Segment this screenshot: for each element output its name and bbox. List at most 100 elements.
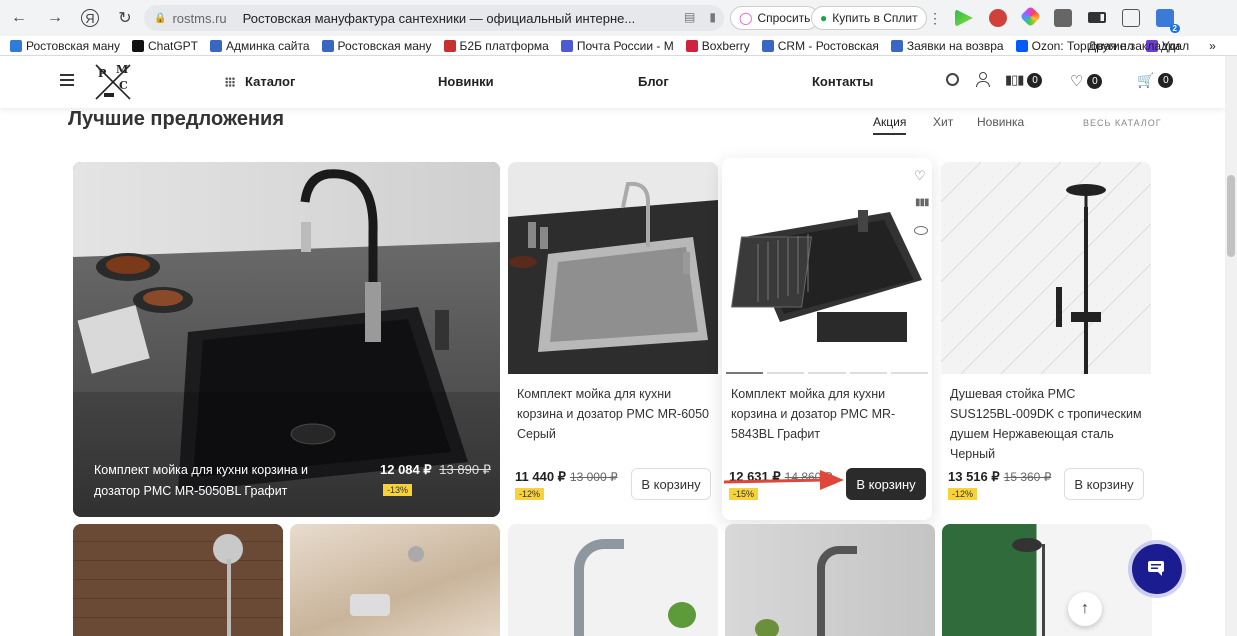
add-to-cart-button[interactable]: В корзину — [631, 468, 711, 500]
cloud-icon — [10, 39, 22, 52]
bookmark-item[interactable]: ChatGPT — [132, 39, 198, 53]
address-bar[interactable]: 🔒 rostms.ru Ростовская мануфактура санте… — [144, 5, 724, 31]
bookmark-item[interactable]: Почта России - М — [560, 39, 674, 53]
compare-chart-icon[interactable]: ▮▮▮ — [915, 197, 929, 208]
all-catalog-link[interactable]: ВЕСЬ КАТАЛОГ — [1083, 118, 1162, 128]
nav-new[interactable]: Новинки — [438, 74, 494, 89]
translate-icon[interactable]: ▤ — [684, 10, 695, 24]
product-card[interactable]: Душевая стойка PMC SUS125BL-009DK с троп… — [941, 162, 1151, 517]
bookmarks-overflow-button[interactable]: » — [1209, 39, 1216, 53]
yandex-icon[interactable]: Я — [81, 9, 99, 27]
profile-extension-icon[interactable]: 2 — [1156, 9, 1180, 33]
favorite-heart-icon[interactable]: ♡ — [914, 168, 926, 184]
product-image — [941, 162, 1151, 374]
product-card-partial[interactable] — [942, 524, 1152, 636]
annotation-arrow — [723, 470, 844, 490]
product-card-partial[interactable] — [508, 524, 718, 636]
nav-contacts[interactable]: Контакты — [812, 74, 873, 89]
more-menu-icon[interactable]: ⋮ — [928, 10, 942, 27]
product-card-partial[interactable] — [290, 524, 500, 636]
bookmark-item[interactable]: CRM - Ростовская — [761, 38, 879, 53]
add-to-cart-button[interactable]: В корзину — [846, 468, 926, 500]
add-to-cart-button[interactable]: В корзину — [1064, 468, 1144, 500]
faucet-shape — [574, 539, 624, 636]
reload-icon[interactable]: ↻ — [110, 3, 140, 33]
bookmark-item[interactable]: Ростовская ману — [10, 39, 120, 53]
browser-toolbar: ← → Я ↻ 🔒 rostms.ru Ростовская мануфакту… — [0, 0, 1237, 36]
current-price: 13 516 ₽ — [948, 469, 1000, 484]
cart-link[interactable]: 🛒 0 — [1137, 72, 1174, 89]
product-image — [942, 524, 1152, 636]
product-name[interactable]: Комплект мойка для кухни корзина и дозат… — [731, 384, 923, 444]
site-logo[interactable]: P M C — [92, 61, 134, 103]
image-pagination[interactable] — [726, 372, 929, 374]
heart-icon: ♡ — [1070, 73, 1084, 90]
star-grid-icon — [210, 39, 223, 52]
tab-sale[interactable]: Акция — [873, 115, 907, 135]
chat-widget-button[interactable] — [1132, 544, 1182, 594]
bookmark-label: ChatGPT — [148, 38, 199, 53]
cart-icon: 🛒 — [1137, 72, 1155, 88]
scroll-to-top-button[interactable]: ↑ — [1068, 592, 1102, 626]
logo-graphic: P M C — [95, 63, 131, 100]
other-bookmarks-label: Другие закладки — [1088, 38, 1180, 53]
plant-shape — [755, 619, 779, 636]
product-name[interactable]: Душевая стойка PMC SUS125BL-009DK с троп… — [950, 384, 1142, 464]
chatgpt-icon — [132, 39, 144, 52]
old-price: 13 000 ₽ — [569, 470, 618, 484]
bookmark-label: Б2Б платформа — [459, 38, 549, 53]
product-card-partial[interactable] — [73, 524, 283, 636]
product-price: 11 440 ₽13 000 ₽ — [515, 469, 618, 485]
plant-shape — [668, 602, 696, 628]
bookmark-item[interactable]: Boxberry — [685, 39, 750, 53]
avatar-extension-icon[interactable] — [989, 9, 1007, 27]
other-bookmarks-folder[interactable]: Другие закладки — [1088, 39, 1180, 53]
bookmark-label: CRM - Ростовская — [777, 38, 879, 53]
boxberry-icon — [685, 39, 698, 52]
split-button[interactable]: ● Купить в Сплит — [811, 6, 927, 30]
bookmarks-bar: Ростовская ману ChatGPT Админка сайта Росто… — [0, 36, 1237, 56]
shield-extension-icon[interactable] — [1054, 9, 1072, 27]
product-card[interactable]: Комплект мойка для кухни корзина и дозат… — [508, 162, 718, 517]
nav-blog[interactable]: Блог — [638, 74, 669, 89]
bookmark-label: Ростовская ману — [26, 38, 120, 53]
forward-icon[interactable]: → — [40, 3, 70, 33]
bookmark-item[interactable]: Админка сайта — [210, 39, 310, 53]
play-extension-icon[interactable] — [955, 9, 973, 27]
user-icon[interactable] — [976, 72, 990, 88]
compare-link[interactable]: ▮▯▮ 0 — [1005, 72, 1043, 88]
address-host: rostms.ru — [172, 10, 227, 26]
logo-letter-p: P — [98, 67, 106, 80]
ask-button[interactable]: ◯ Спросить — [730, 6, 820, 30]
featured-discount-badge: -13% — [383, 484, 413, 496]
lock-icon: 🔒 — [154, 12, 167, 24]
hamburger-icon[interactable] — [60, 74, 74, 86]
page-title-in-addressbar: Ростовская мануфактура сантехники — офиц… — [242, 10, 636, 26]
bookmark-item[interactable]: Б2Б платформа — [443, 38, 549, 53]
product-image — [290, 524, 500, 636]
search-icon[interactable] — [946, 73, 959, 86]
bookmark-icon[interactable]: ▮ — [709, 10, 716, 24]
rainbow-extension-icon[interactable] — [1019, 5, 1042, 28]
back-icon[interactable]: ← — [4, 3, 34, 33]
puzzle-extension-icon[interactable] — [1122, 9, 1140, 27]
scrollbar-thumb[interactable] — [1227, 175, 1235, 257]
quick-view-eye-icon[interactable] — [914, 226, 928, 235]
bookmark-item[interactable]: Заявки на возвра — [890, 39, 1004, 53]
split-icon: ● — [820, 11, 828, 25]
discount-badge: -12% — [515, 488, 545, 500]
discount-badge: -12% — [948, 488, 978, 500]
featured-product-name[interactable]: Комплект мойка для кухни корзина и дозат… — [94, 460, 329, 502]
tab-hit[interactable]: Хит — [933, 115, 953, 129]
tab-new[interactable]: Новинка — [977, 115, 1024, 129]
page-scrollbar[interactable] — [1225, 56, 1237, 636]
battery-icon[interactable] — [1088, 12, 1106, 23]
shower-head-shape — [1012, 538, 1042, 552]
featured-product-card[interactable]: Комплект мойка для кухни корзина и дозат… — [73, 162, 500, 517]
product-name[interactable]: Комплект мойка для кухни корзина и дозат… — [517, 384, 709, 444]
favorites-link[interactable]: ♡ 0 — [1070, 72, 1103, 90]
bookmark-item[interactable]: Ростовская ману — [321, 39, 432, 53]
product-card-partial[interactable] — [725, 524, 935, 636]
nav-catalog[interactable]: Каталог — [245, 74, 295, 89]
ozon-icon — [1015, 39, 1028, 52]
